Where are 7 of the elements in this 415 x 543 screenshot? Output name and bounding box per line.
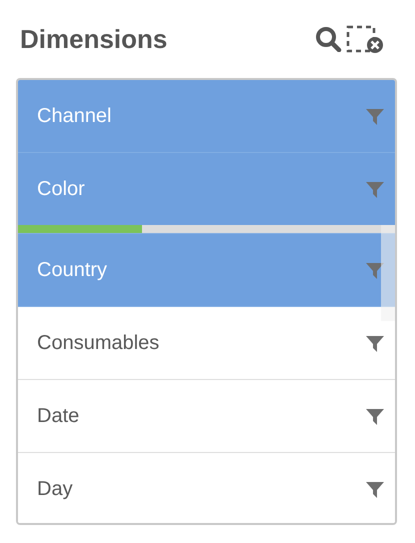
search-icon[interactable] xyxy=(315,26,343,52)
filter-icon[interactable] xyxy=(365,260,385,280)
panel-title: Dimensions xyxy=(20,24,168,54)
filter-icon[interactable] xyxy=(365,479,385,499)
clear-selections-icon[interactable] xyxy=(345,24,385,54)
filter-icon[interactable] xyxy=(365,406,385,426)
filter-icon[interactable] xyxy=(365,333,385,353)
